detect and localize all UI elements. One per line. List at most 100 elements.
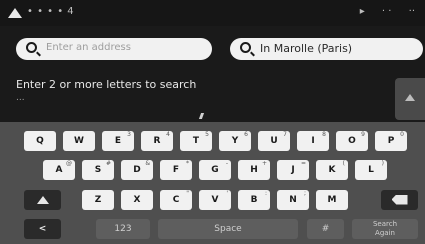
key-n[interactable]: N; [277,190,309,210]
back-key[interactable]: < [24,219,61,239]
key-alt-label: 7 [283,131,287,138]
key-i[interactable]: I8 [297,131,329,151]
key-label: M [327,195,337,205]
key-label: F [172,165,180,175]
text-cursor [198,113,205,119]
location-search-field[interactable]: In Marolle (Paris) [230,38,423,60]
key-u[interactable]: U7 [258,131,290,151]
key-label: S [94,165,102,175]
key-t[interactable]: T5 [180,131,212,151]
navigation-arrow-icon [8,8,22,18]
key-d[interactable]: D & [121,160,153,180]
search-again-label: Search Again [372,219,398,237]
shift-icon [36,195,49,204]
key-k[interactable]: K( [316,160,348,180]
key-label: I [311,136,315,146]
key-v[interactable]: V ' [199,190,231,210]
location-value: In Marolle (Paris) [260,42,353,55]
key-alt-label: = [300,160,306,167]
key-alt-label: # [105,160,111,167]
back-key-label: < [38,224,47,234]
key-alt-label: + [261,160,267,167]
key-label: D [133,165,141,175]
chevron-up-icon [405,94,415,101]
key-alt-label: 6 [244,131,248,138]
key-label: C [172,195,180,205]
key-alt-label: 0 [400,131,404,138]
key-label: L [368,165,374,175]
key-o[interactable]: O9 [336,131,368,151]
search-again-key[interactable]: Search Again [352,219,418,239]
key-s[interactable]: S # [82,160,114,180]
battery-icon: ·· [408,6,415,17]
keyboard: QWE3R4T5Y6U7I8O9P0 A @ S # D & F * G - H + J = K(L) ZX… [0,122,425,244]
key-alt-label: 5 [205,131,209,138]
key-alt-label: ; [303,190,306,197]
space-key[interactable]: Space [158,219,298,239]
key-alt-label: * [186,160,189,167]
message-line-2: ... [16,93,25,103]
key-h[interactable]: H + [238,160,270,180]
expand-results-button[interactable] [395,78,425,120]
key-e[interactable]: E3 [102,131,134,151]
key-label: P [387,136,395,146]
key-q[interactable]: Q [24,131,56,151]
key-label: X [133,195,141,205]
key-g[interactable]: G- [199,160,231,180]
numbers-key-label: 123 [114,224,132,234]
key-label: J [291,165,295,175]
key-label: K [328,165,336,175]
key-label: A [55,165,63,175]
key-r[interactable]: R4 [141,131,173,151]
key-alt-label: ( [342,160,345,167]
key-alt-label: 9 [361,131,365,138]
numbers-key[interactable]: 123 [96,219,150,239]
backspace-key[interactable] [381,190,418,210]
key-a[interactable]: A @ [43,160,75,180]
signal-icon: ▸ [359,6,365,17]
key-label: H [250,165,258,175]
key-j[interactable]: J = [277,160,309,180]
key-alt-label: 3 [127,131,131,138]
key-alt-label: ) [381,160,384,167]
key-label: O [348,136,356,146]
status-text: • • • • 4 [27,6,75,17]
wifi-icon: · · [381,6,392,17]
key-label: U [270,136,278,146]
key-f[interactable]: F * [160,160,192,180]
address-placeholder: Enter an address [46,42,131,53]
message-line-1: Enter 2 or more letters to search [16,78,197,91]
key-l[interactable]: L) [355,160,387,180]
key-label: Z [94,195,102,205]
key-m[interactable]: M [316,190,348,210]
address-search-field[interactable]: Enter an address [16,38,212,60]
key-alt-label: " [186,190,189,197]
search-icon [240,42,251,53]
hash-key-label: # [321,224,330,234]
key-label: G [211,165,219,175]
key-c[interactable]: C " [160,190,192,210]
key-z[interactable]: Z [82,190,114,210]
backspace-icon [391,194,408,205]
key-alt-label: : [264,190,267,197]
status-bar: • • • • 4 ▸ · · ·· [0,0,425,26]
key-alt-label: @ [66,160,72,167]
key-p[interactable]: P0 [375,131,407,151]
key-alt-label: & [145,160,150,167]
key-label: W [74,136,84,146]
key-alt-label: 8 [322,131,326,138]
search-icon [26,42,37,53]
space-key-label: Space [214,224,242,234]
status-indicators: ▸ · · ·· [346,6,415,17]
shift-key[interactable] [24,190,61,210]
hash-key[interactable]: # [307,219,344,239]
key-x[interactable]: X [121,190,153,210]
key-w[interactable]: W [63,131,95,151]
key-alt-label: ' [226,190,228,197]
key-alt-label: 4 [166,131,170,138]
key-label: E [114,136,122,146]
key-y[interactable]: Y6 [219,131,251,151]
key-label: R [153,136,161,146]
key-alt-label: - [225,160,228,167]
key-b[interactable]: B: [238,190,270,210]
